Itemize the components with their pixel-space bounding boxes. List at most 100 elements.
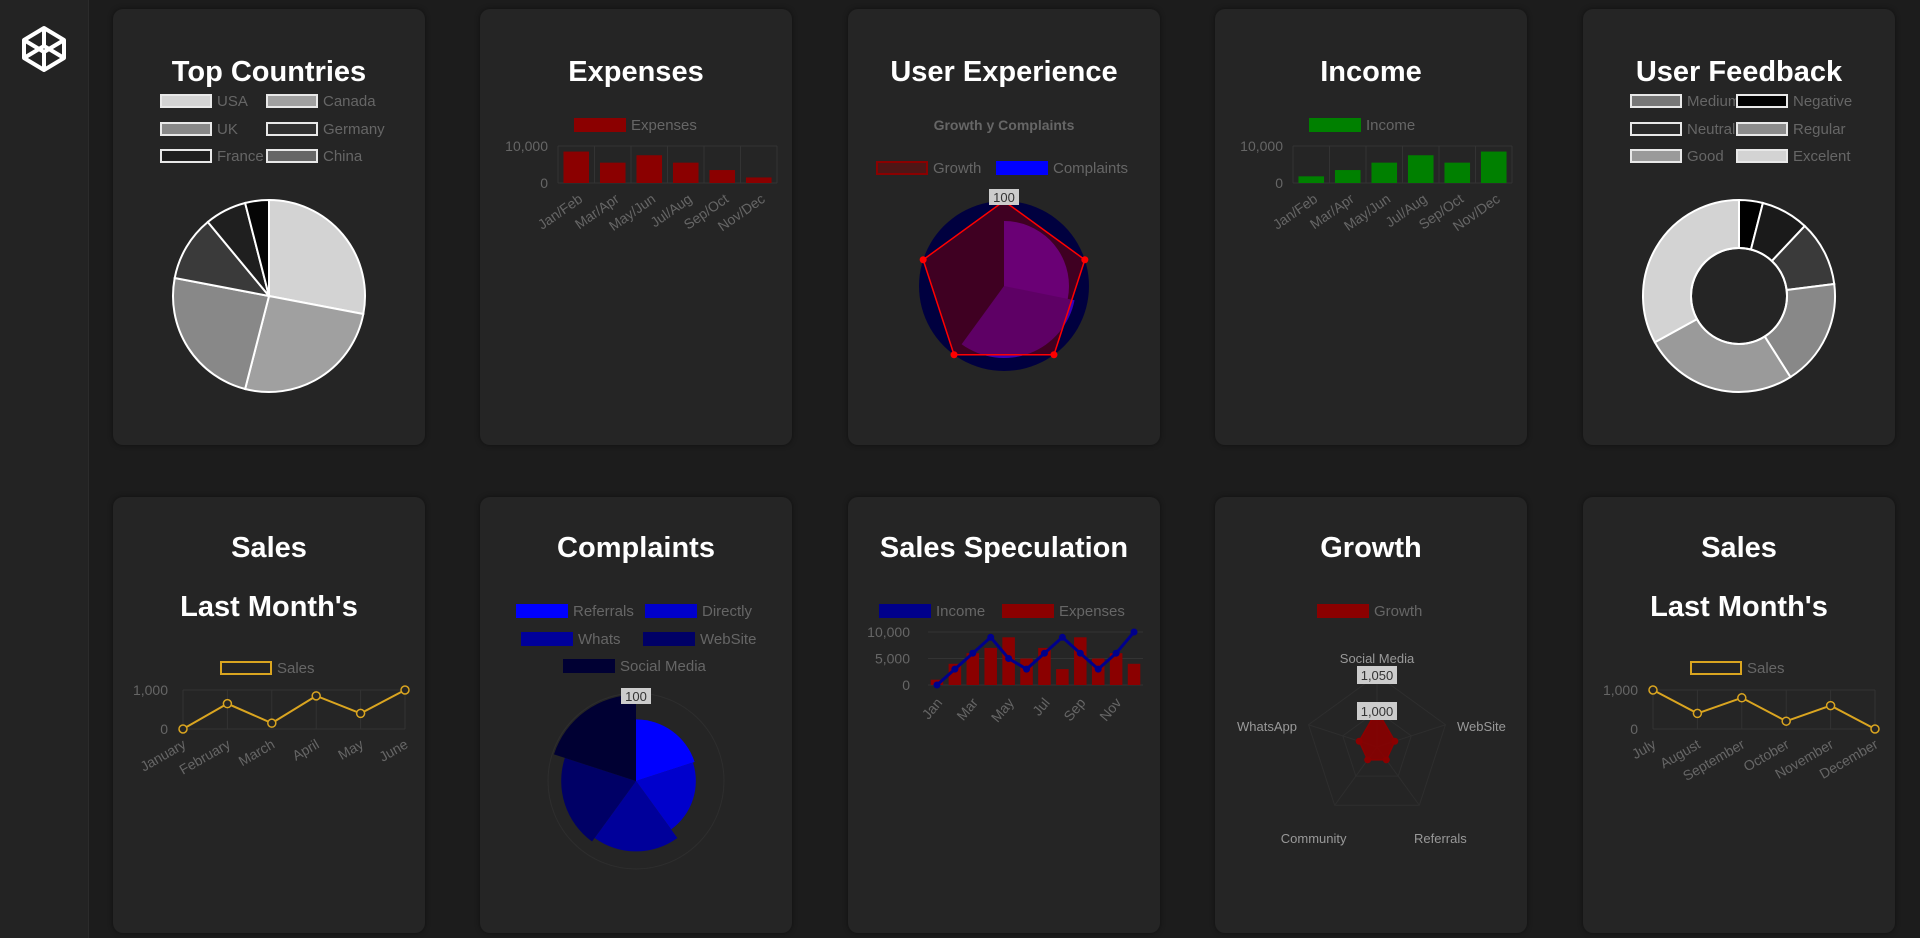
legend-label: Sales [1747, 660, 1785, 677]
sales-line [182, 689, 406, 730]
chart-title: Growth y Complaints [934, 117, 1075, 133]
legend-label: Regular [1793, 121, 1846, 138]
legend-swatch [1690, 661, 1742, 675]
line-point [311, 691, 321, 701]
legend-label: Negative [1793, 93, 1852, 110]
expense-bar [1074, 637, 1087, 685]
line-point [1781, 716, 1791, 726]
expense-bar [1056, 669, 1069, 685]
legend-label: Expenses [631, 117, 697, 134]
line-point [400, 685, 410, 695]
growth-point [950, 351, 958, 359]
bar [1334, 170, 1361, 183]
bar [1444, 162, 1471, 183]
legend-label: USA [217, 93, 248, 110]
legend-swatch [266, 122, 318, 136]
line-point [178, 724, 188, 734]
x-tick-label: Nov [1096, 695, 1124, 724]
user-experience-card: User Experience Growth y Complaints Growt… [848, 9, 1160, 445]
x-tick-label: February [176, 736, 233, 778]
sales-line-chart: Sales1,0000JanuaryFebruary March April May J… [133, 660, 411, 778]
tick-label: 1,000 [1361, 704, 1394, 719]
bar [672, 162, 699, 183]
legend-swatch [160, 149, 212, 163]
legend-swatch [1630, 94, 1682, 108]
radar-axis-label: WhatsApp [1237, 719, 1297, 734]
growth-point [1050, 351, 1058, 359]
line-point [1737, 693, 1747, 703]
legend-swatch [879, 604, 931, 618]
line-point [1692, 708, 1703, 719]
legend-swatch [266, 149, 318, 163]
x-tick-label: Mar [953, 694, 981, 723]
legend-label: Germany [323, 121, 385, 138]
user-feedback-doughnut-chart: Medium Negative Neutral Regular Good Excelent [1630, 93, 1852, 393]
income-point [969, 649, 977, 657]
legend-label: Medium [1687, 93, 1740, 110]
legend-label: France [217, 148, 264, 165]
income-point [933, 681, 941, 689]
growth-point [1364, 756, 1372, 764]
y-tick-label: 0 [1630, 721, 1638, 737]
legend-label: Whats [578, 631, 621, 648]
income-bar-chart: Income10,0000Jan/FebMar/AprMay/JunJul/Au… [1240, 117, 1513, 234]
legend-swatch [643, 632, 695, 646]
income-point [1094, 665, 1102, 673]
x-tick-label: Jul [1029, 695, 1053, 719]
y-tick-label: 0 [1275, 175, 1283, 191]
line-point [222, 698, 233, 709]
tick-label: 100 [625, 689, 647, 704]
income-point [1005, 655, 1013, 662]
income-point [1130, 628, 1138, 636]
complaints-polar-area-chart: Referrals Directly Whats WebSite Social Medi… [516, 603, 756, 870]
top-countries-pie-chart: USA Canada UK Germany France China [160, 93, 385, 393]
legend-swatch [574, 118, 626, 132]
bar [709, 170, 736, 183]
user-experience-radar-chart: Growth y Complaints Growth Complaints 100 [876, 117, 1128, 371]
legend-label: Canada [323, 93, 376, 110]
top-countries-card: Top Countries USA Canada UK Germany France Ch… [113, 9, 425, 445]
legend-label: WebSite [700, 631, 756, 648]
legend-swatch [220, 661, 272, 675]
legend-swatch [1736, 122, 1788, 136]
income-card: Income Income 10,000 0 Jan/Feb Mar/Apr May/Ju… [1215, 9, 1527, 445]
x-tick-label: May [335, 736, 366, 763]
bar [1371, 162, 1398, 183]
legend-label: Growth [933, 160, 981, 177]
income-point [1112, 649, 1120, 657]
legend-label: Sales [277, 660, 315, 677]
bar [563, 151, 590, 183]
legend-swatch [645, 604, 697, 618]
income-point [1058, 633, 1066, 641]
legend-label: Excelent [1793, 148, 1851, 165]
expenses-card: Expenses Expenses 10,000 0 Jan/Feb Mar/Apr Ma… [480, 9, 792, 445]
x-tick-label: Sep [1060, 694, 1088, 724]
legend-swatch [1736, 149, 1788, 163]
legend-label: Income [1366, 117, 1415, 134]
y-tick-label: 0 [540, 175, 548, 191]
complaints-card: Complaints Referrals Directly Whats WebSite… [480, 497, 792, 933]
legend-label: Neutral [1687, 121, 1735, 138]
bar [745, 177, 772, 183]
bar [636, 155, 663, 183]
radar-axis-label: Referrals [1414, 831, 1467, 846]
legend-swatch [876, 161, 928, 175]
legend-swatch [1317, 604, 1369, 618]
sales-line-chart-2: Sales1,0000JulyAugustSeptemberOctoberNov… [1603, 660, 1881, 784]
legend-swatch [1309, 118, 1361, 132]
y-tick-label: 10,000 [867, 624, 910, 640]
sales-speculation-combo-chart: Income Expenses 10,000 5,000 0 Jan Mar May Jul Se… [867, 603, 1143, 725]
legend-label: China [323, 148, 363, 165]
legend-swatch [160, 94, 212, 108]
sales-speculation-card: Sales Speculation Income Expenses 10,000 5,… [848, 497, 1160, 933]
bar [1407, 155, 1434, 183]
codepen-cube-icon[interactable] [19, 24, 69, 74]
radar-axis-label: Social Media [1340, 651, 1415, 666]
sidebar [0, 0, 89, 938]
expenses-bar-chart: Expenses10,0000Jan/FebMar/AprMay/JunJul/… [505, 117, 778, 234]
legend-label: Good [1687, 148, 1724, 165]
legend-label: Referrals [573, 603, 634, 620]
growth-point [1382, 756, 1390, 764]
y-tick-label: 1,000 [1603, 682, 1638, 698]
bar [599, 162, 626, 183]
